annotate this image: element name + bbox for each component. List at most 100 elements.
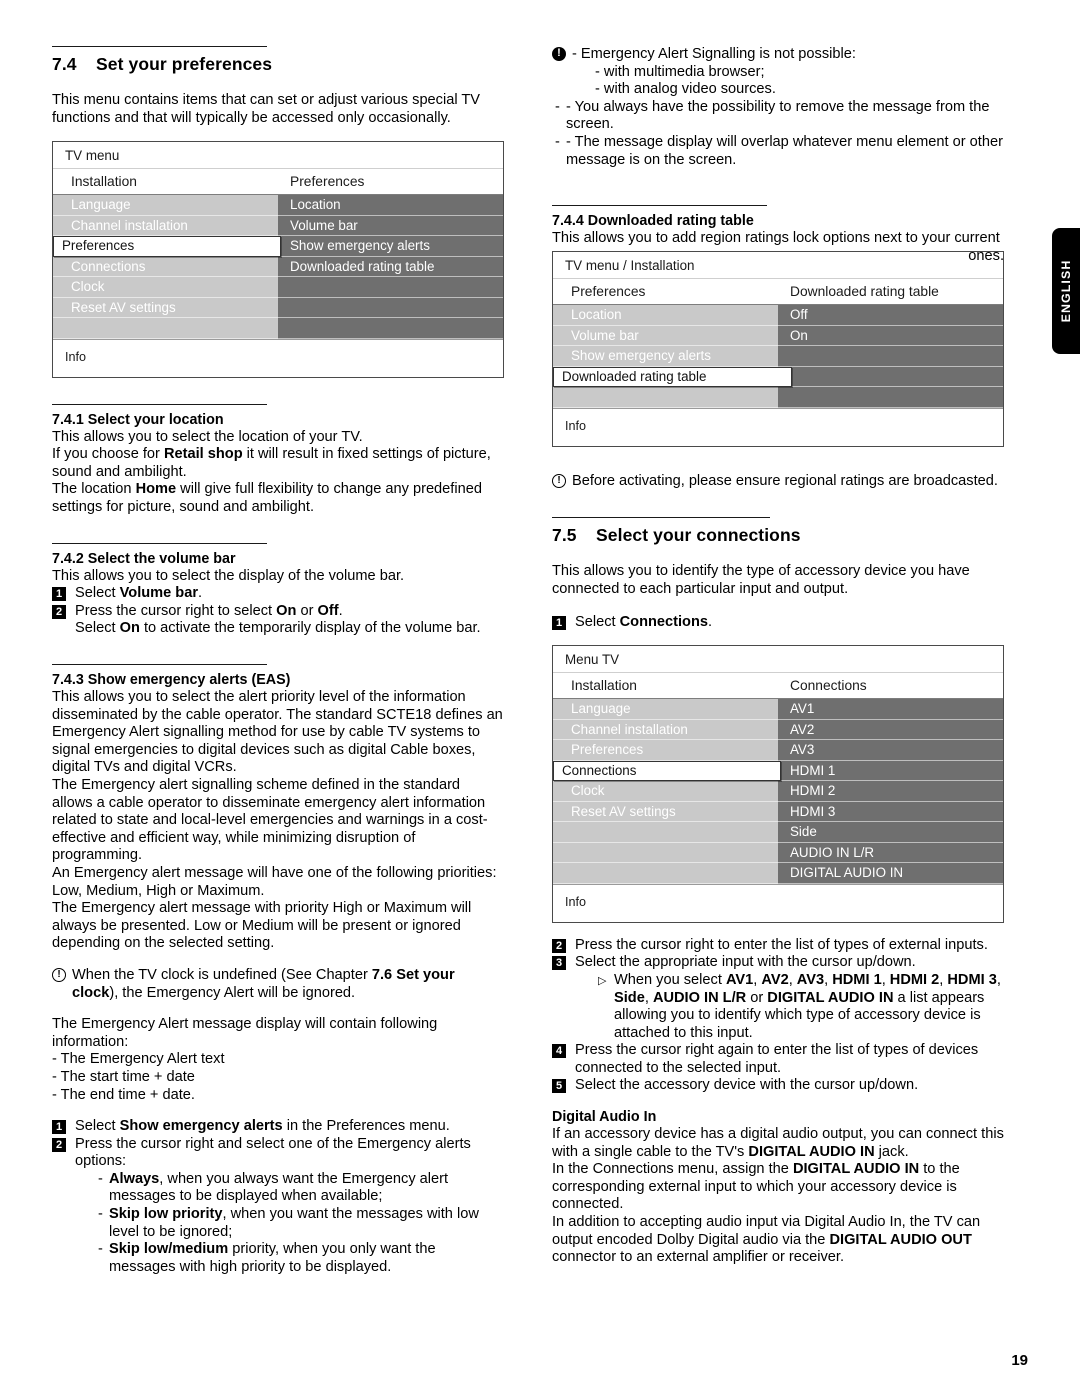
step-item: 2 Press the cursor right to select On or… (52, 603, 504, 638)
submenu-item-blank (778, 346, 1003, 367)
menu-item[interactable]: Show emergency alerts (553, 346, 778, 367)
step-item: 3 Select the appropriate input with the … (552, 954, 1004, 1042)
note-subline: - with analog video sources. (595, 81, 776, 98)
submenu-item[interactable]: Show emergency alerts (278, 236, 503, 257)
menu-item[interactable]: Channel installation (53, 216, 278, 237)
dash: - (98, 1170, 103, 1187)
dash: - (555, 98, 560, 115)
option-text: Skip low/medium priority, when you only … (109, 1241, 436, 1275)
subsection-heading-7-4-1: 7.4.1 Select your location (52, 411, 224, 428)
step-marker: 1 (52, 587, 66, 602)
submenu-item[interactable]: HDMI 2 (778, 781, 1003, 802)
section-title: Set your preferences (96, 54, 273, 74)
submenu-item[interactable]: HDMI 1 (778, 761, 1003, 782)
submenu-item[interactable]: Downloaded rating table (278, 257, 503, 278)
note-bullet: -- You always have the possibility to re… (552, 99, 1004, 134)
step-text: Select the appropriate input with the cu… (575, 954, 1004, 1042)
menu-item[interactable]: Reset AV settings (553, 802, 778, 823)
menu-item[interactable]: Language (53, 195, 278, 216)
tv-menu-left-pane: Language Channel installation Preference… (553, 699, 781, 884)
submenu-item[interactable]: Off (778, 305, 1003, 326)
step-text: Press the cursor right to enter the list… (575, 936, 988, 953)
note-text: Before activating, please ensure regiona… (572, 472, 998, 489)
tv-menu-right-pane: Location Volume bar Show emergency alert… (278, 195, 503, 339)
menu-item[interactable]: Language (553, 699, 778, 720)
submenu-item[interactable]: Side (778, 822, 1003, 843)
submenu-item[interactable]: HDMI 3 (778, 802, 1003, 823)
menu-item[interactable]: Reset AV settings (53, 298, 278, 319)
step-item: 2 Press the cursor right to enter the li… (552, 937, 1004, 955)
step-item: 5 Select the accessory device with the c… (552, 1077, 1004, 1095)
warning-icon (52, 967, 72, 1002)
submenu-item[interactable]: AUDIO IN L/R (778, 843, 1003, 864)
submenu-item[interactable]: AV3 (778, 740, 1003, 761)
s743-p2: The Emergency alert signalling scheme de… (52, 777, 488, 864)
digital-p3: In addition to accepting audio input via… (552, 1214, 981, 1266)
dash: - (98, 1241, 103, 1258)
submenu-item-blank (778, 387, 1003, 408)
submenu-item[interactable]: Volume bar (278, 216, 503, 237)
subsection-heading-7-4-3: 7.4.3 Show emergency alerts (EAS) (52, 672, 291, 689)
subsection-rule (52, 664, 267, 666)
step-marker: 5 (552, 1079, 566, 1094)
tv-menu-column-headers: Installation Connections (553, 673, 1003, 700)
step-text: Press the cursor right and select one of… (75, 1136, 504, 1277)
tv-menu-footer-info: Info (553, 883, 1003, 922)
menu-item-blank (553, 387, 778, 408)
submenu-item[interactable]: Location (278, 195, 503, 216)
note-bullet-text: - The message display will overlap whate… (566, 133, 1003, 168)
digital-p2: In the Connections menu, assign the DIGI… (552, 1161, 960, 1213)
sub-bullet-item: ▷ When you select AV1, AV2, AV3, HDMI 1,… (575, 972, 1004, 1042)
submenu-item[interactable]: DIGITAL AUDIO IN (778, 863, 1003, 884)
s743-bullet-1: - The Emergency Alert text (52, 1051, 225, 1068)
submenu-item-blank (278, 318, 503, 339)
menu-item[interactable]: Clock (553, 781, 778, 802)
tv-menu-left-pane: Location Volume bar Show emergency alert… (553, 305, 792, 408)
s743-p3: An Emergency alert message will have one… (52, 864, 497, 899)
tv-menu-panes: Language Channel installation Preference… (553, 699, 1003, 884)
step-item: 4 Press the cursor right again to enter … (552, 1042, 1004, 1077)
menu-item[interactable]: Channel installation (553, 720, 778, 741)
right-column: - Emergency Alert Signalling is not poss… (552, 46, 1004, 1276)
subsection-heading-7-4-2: 7.4.2 Select the volume bar (52, 550, 236, 567)
step-item: 1 Select Volume bar. (52, 585, 504, 603)
submenu-item[interactable]: On (778, 326, 1003, 347)
column-header-left: Installation (71, 174, 137, 190)
section-number: 7.4 (52, 54, 77, 74)
note-bullet-text: - You always have the possibility to rem… (566, 98, 990, 133)
tv-menu-right-pane: Off On (778, 305, 1003, 408)
language-tab-label: ENGLISH (1059, 259, 1073, 323)
step-marker: 2 (52, 1137, 66, 1152)
column-header-right: Preferences (290, 174, 365, 190)
dash: - (555, 133, 560, 150)
column-header-left: Preferences (571, 284, 646, 300)
submenu-item[interactable]: AV2 (778, 720, 1003, 741)
menu-item[interactable]: Volume bar (553, 326, 778, 347)
tv-menu-connections: Menu TV Installation Connections Languag… (552, 645, 1004, 923)
menu-item-selected[interactable]: Preferences (53, 236, 281, 257)
sub-bullet-text: When you select AV1, AV2, AV3, HDMI 1, H… (614, 971, 1001, 1041)
emergency-alert-options: - Always, when you always want the Emerge… (75, 1171, 504, 1277)
s744-p1: This allows you to add region ratings lo… (552, 230, 1000, 247)
s743-p5: The Emergency Alert message display will… (52, 1016, 438, 1050)
menu-item[interactable]: Location (553, 305, 778, 326)
step-text: Select Show emergency alerts in the Pref… (75, 1118, 450, 1135)
menu-item[interactable]: Connections (53, 257, 278, 278)
menu-item[interactable]: Clock (53, 277, 278, 298)
subsection-rule (52, 542, 267, 544)
tv-menu-header: TV menu / Installation (553, 252, 1003, 280)
subsection-rule (552, 205, 767, 207)
menu-item[interactable]: Preferences (553, 740, 778, 761)
note-text: When the TV clock is undefined (See Chap… (72, 966, 455, 1001)
tv-menu-header: Menu TV (553, 646, 1003, 674)
s743-p1: This allows you to select the alert prio… (52, 689, 503, 776)
menu-item-selected[interactable]: Connections (553, 760, 781, 782)
menu-item-selected[interactable]: Downloaded rating table (553, 366, 792, 388)
tv-menu-left-pane: Language Channel installation Preference… (53, 195, 281, 339)
step-marker: 2 (52, 604, 66, 619)
column-header-right: Downloaded rating table (790, 284, 939, 300)
step-marker: 1 (52, 1120, 66, 1135)
submenu-item[interactable]: AV1 (778, 699, 1003, 720)
digital-audio-in-heading: Digital Audio In (552, 1109, 657, 1126)
s741-p2: If you choose for Retail shop it will re… (52, 446, 491, 480)
